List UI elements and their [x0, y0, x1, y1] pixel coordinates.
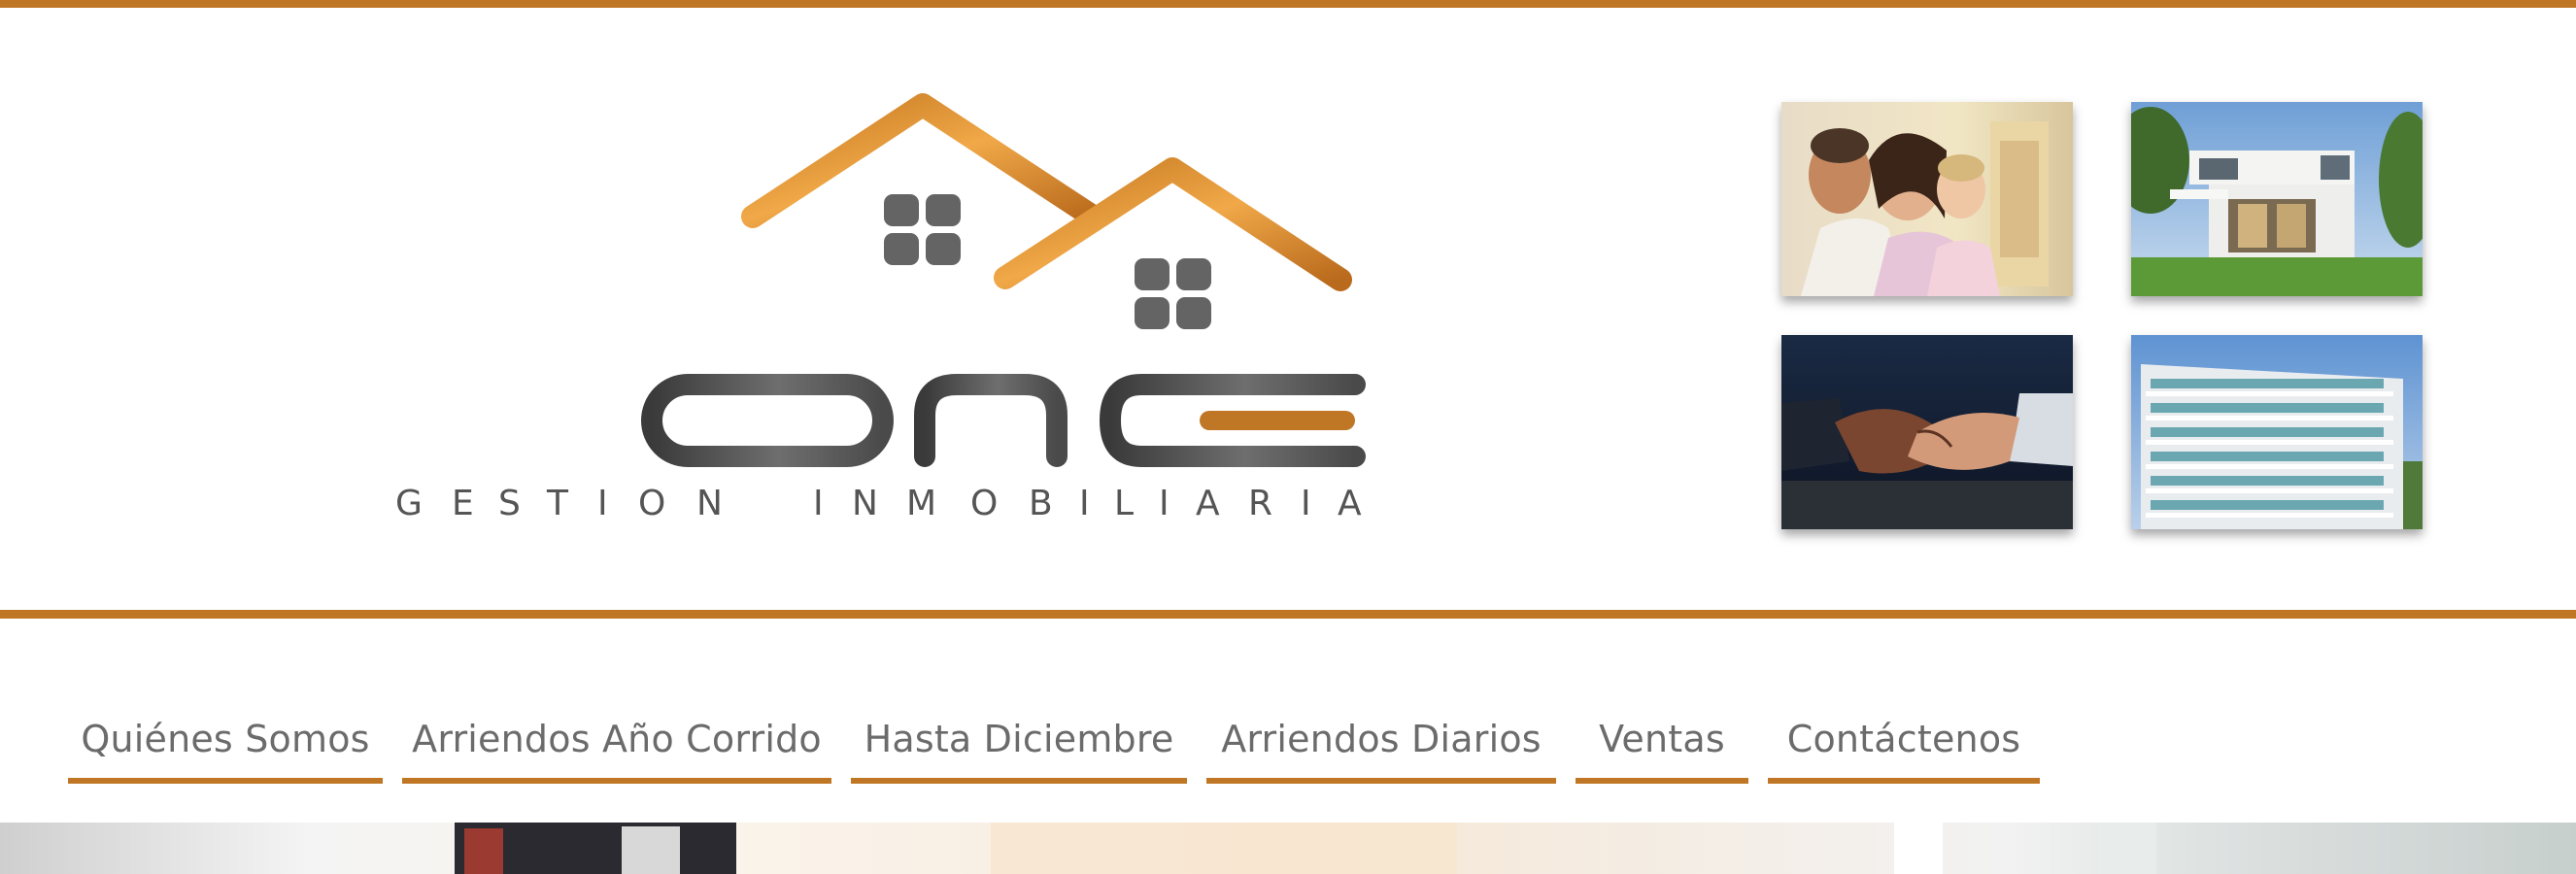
svg-text:I: I	[813, 484, 824, 523]
nav-item-hasta-diciembre[interactable]: Hasta Diciembre	[851, 659, 1187, 784]
svg-text:A: A	[1338, 484, 1362, 523]
nav-item-contactenos[interactable]: Contáctenos	[1768, 659, 2040, 784]
nav-label: Contáctenos	[1786, 718, 2021, 760]
svg-text:B: B	[1029, 484, 1053, 523]
svg-text:E: E	[452, 484, 474, 523]
svg-text:M: M	[906, 484, 936, 523]
svg-text:O: O	[638, 484, 665, 523]
svg-text:A: A	[1196, 484, 1220, 523]
nav-label: Hasta Diciembre	[864, 718, 1174, 760]
nav-label: Ventas	[1599, 718, 1725, 760]
home-logo[interactable]: G E S T I O N I N M O B I L I A R I A	[384, 85, 1384, 532]
family-photo	[1781, 102, 2073, 296]
svg-text:I: I	[597, 484, 608, 523]
svg-text:L: L	[1114, 484, 1134, 523]
svg-text:I: I	[1079, 484, 1090, 523]
nav-item-arriendos-ano-corrido[interactable]: Arriendos Año Corrido	[402, 659, 831, 784]
svg-text:G: G	[395, 484, 423, 523]
modern-house-photo	[2131, 102, 2423, 296]
svg-text:I: I	[1301, 484, 1311, 523]
svg-text:T: T	[546, 484, 569, 523]
svg-text:N: N	[852, 484, 878, 523]
nav-item-ventas[interactable]: Ventas	[1576, 659, 1748, 784]
nav-label: Arriendos Diarios	[1221, 718, 1542, 760]
nav-label: Arriendos Año Corrido	[412, 718, 822, 760]
handshake-photo	[1781, 335, 2073, 529]
top-accent-bar	[0, 0, 2576, 8]
nav-item-quienes-somos[interactable]: Quiénes Somos	[68, 659, 383, 784]
svg-text:S: S	[498, 484, 521, 523]
apartment-building-photo	[2131, 335, 2423, 529]
svg-text:I: I	[1159, 484, 1169, 523]
header-divider	[0, 610, 2576, 619]
hero-banner-image	[0, 823, 2576, 874]
nav-label: Quiénes Somos	[81, 718, 370, 760]
svg-text:O: O	[970, 484, 998, 523]
svg-text:N: N	[696, 484, 723, 523]
nav-item-arriendos-diarios[interactable]: Arriendos Diarios	[1206, 659, 1556, 784]
main-nav: Quiénes Somos Arriendos Año Corrido Hast…	[0, 619, 2576, 823]
svg-text:R: R	[1248, 484, 1272, 523]
site-header: G E S T I O N I N M O B I L I A R I A	[0, 8, 2576, 610]
